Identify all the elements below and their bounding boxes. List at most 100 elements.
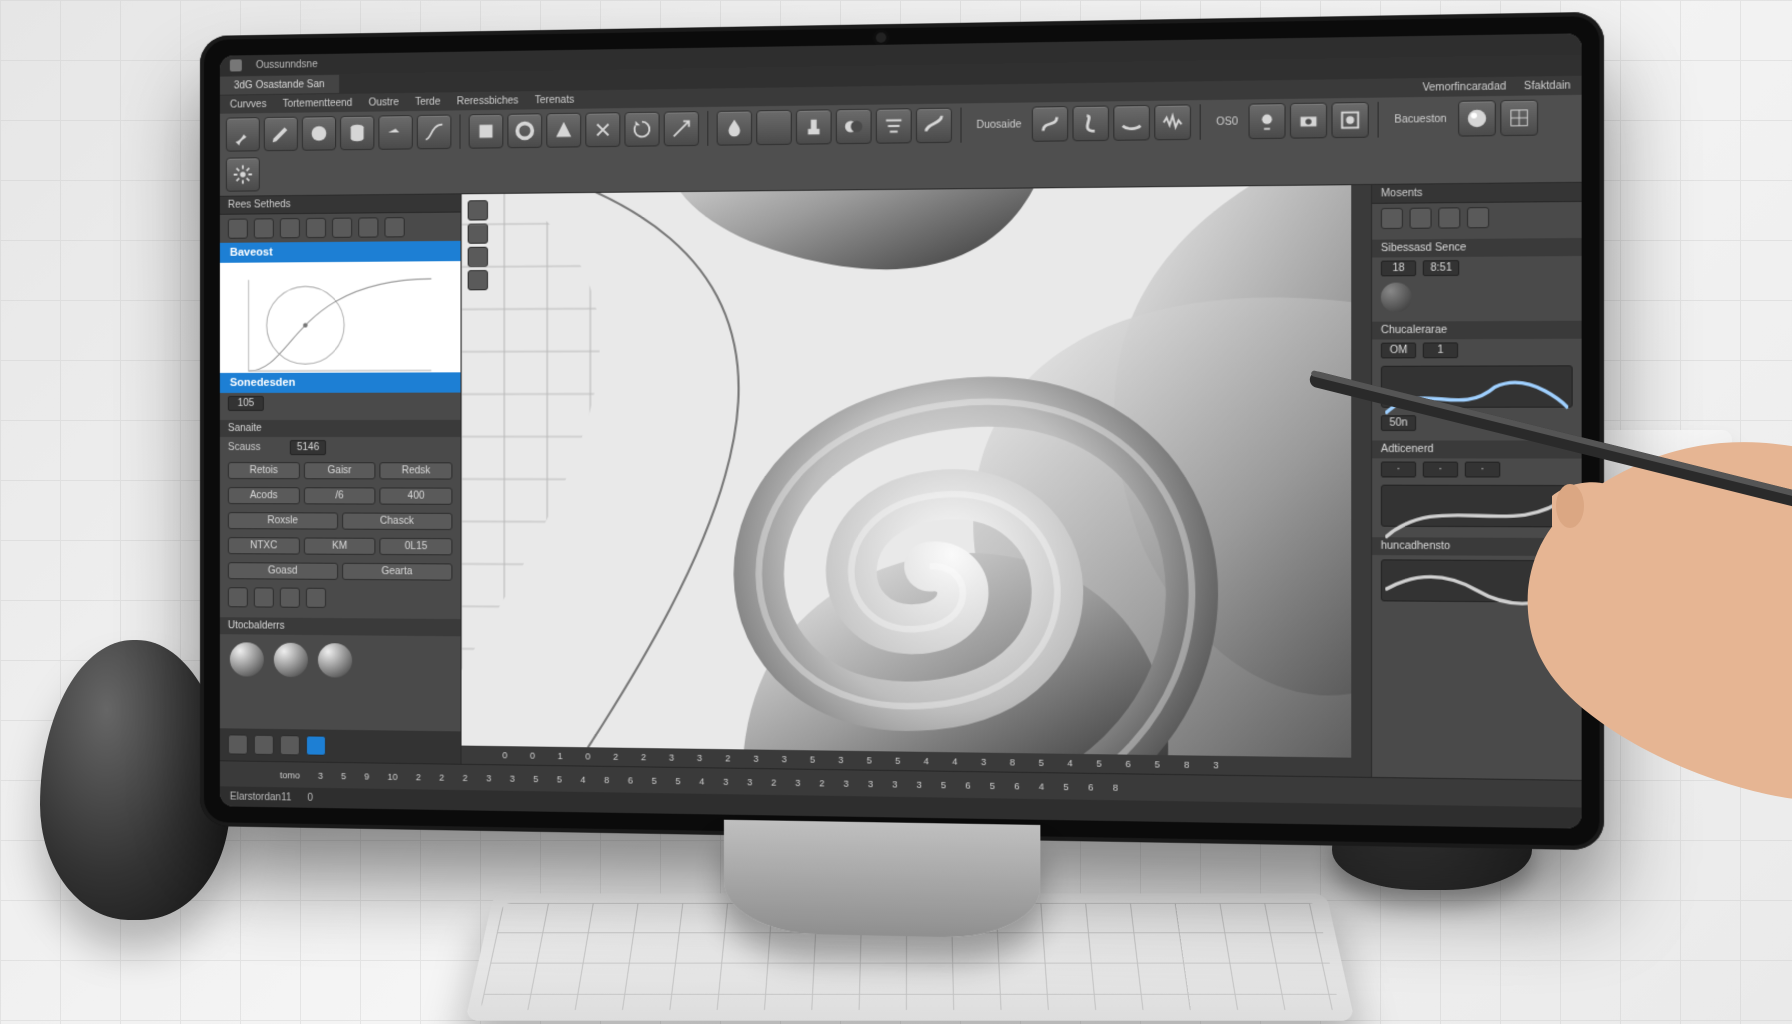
menu-item[interactable]: Terde (415, 96, 440, 107)
option-button[interactable]: /6 (304, 487, 376, 504)
tool-cone-icon[interactable] (546, 113, 581, 148)
tool-arrow-icon[interactable] (378, 115, 412, 150)
timeline-tick: 5 (990, 780, 995, 790)
menu-item[interactable]: Vemorfincaradad (1422, 81, 1506, 94)
option-button[interactable]: Retois (228, 462, 300, 479)
shape-icon[interactable] (228, 587, 248, 607)
option-button[interactable]: KM (304, 537, 376, 554)
option-button[interactable]: 400 (380, 487, 453, 504)
mini-icon[interactable] (1410, 208, 1432, 229)
tool-smooth-icon[interactable] (1114, 105, 1151, 141)
mini-graph[interactable] (1381, 559, 1573, 602)
mini-icon[interactable] (254, 218, 274, 238)
tool-uv-icon[interactable] (1500, 100, 1538, 136)
shape-icon[interactable] (254, 587, 274, 607)
tool-material-icon[interactable] (1458, 100, 1496, 136)
viewport[interactable]: 0 0 1 0 2 2 3 3 2 3 3 5 3 5 5 (462, 185, 1371, 777)
tool-bend-icon[interactable] (1032, 106, 1068, 142)
material-sphere-icon[interactable] (230, 642, 264, 676)
value-chip[interactable]: 8:51 (1423, 260, 1460, 276)
value-chip[interactable]: 18 (1381, 260, 1416, 276)
menu-item[interactable]: Sfaktdain (1524, 80, 1571, 92)
tool-curve-icon[interactable] (417, 115, 452, 150)
viewport-ruler-vertical[interactable] (1351, 185, 1371, 758)
tool-twist-icon[interactable] (1073, 106, 1110, 142)
option-button[interactable]: Redsk (380, 462, 453, 479)
shape-icon[interactable] (280, 588, 300, 608)
option-button[interactable]: Gaisr (304, 462, 376, 479)
ruler-tick: 0 (530, 751, 535, 761)
material-sphere-icon[interactable] (318, 643, 352, 678)
tab-document[interactable]: 3dG Osastande San (220, 75, 339, 95)
value-chip[interactable]: · (1465, 462, 1501, 478)
tool-sweep-icon[interactable] (916, 108, 952, 144)
section-header-curve[interactable]: Baveost (220, 241, 461, 263)
param-value[interactable]: 5146 (290, 440, 326, 455)
curve-preview[interactable] (220, 261, 461, 373)
footer-icon[interactable] (228, 734, 248, 754)
value-chip[interactable]: 1 (1423, 342, 1458, 358)
tool-extrude-icon[interactable] (796, 109, 832, 144)
tool-scale-icon[interactable] (664, 111, 699, 146)
shape-icon[interactable] (306, 588, 326, 608)
option-button[interactable]: 0L15 (380, 538, 453, 556)
mini-icon[interactable] (280, 218, 300, 238)
tool-cylinder-icon[interactable] (340, 116, 374, 151)
footer-icon-active[interactable] (306, 735, 326, 755)
mini-icon[interactable] (1438, 207, 1460, 228)
tool-drop-icon[interactable] (717, 110, 752, 145)
tool-shell-icon[interactable] (756, 110, 792, 145)
ribbon-group-label: Duosaide (970, 119, 1028, 131)
menu-item[interactable]: Tortementteend (283, 97, 353, 109)
material-sphere-icon[interactable] (274, 643, 308, 677)
tool-box-icon[interactable] (469, 114, 504, 149)
tool-camera-icon[interactable] (1290, 103, 1327, 139)
option-button[interactable]: Acods (228, 487, 300, 504)
mini-graph[interactable] (1381, 485, 1573, 528)
menu-item[interactable]: Terenats (535, 94, 574, 106)
mini-icon[interactable] (306, 218, 326, 238)
tool-sphere-icon[interactable] (302, 116, 336, 151)
tool-torus-icon[interactable] (507, 113, 542, 148)
option-button[interactable]: Chasck (342, 513, 453, 531)
viewport-render (462, 185, 1371, 777)
tool-noise-icon[interactable] (1155, 104, 1192, 140)
menu-item[interactable]: Reressbiches (457, 95, 519, 107)
mini-icon[interactable] (384, 217, 404, 237)
tool-render-icon[interactable] (1332, 102, 1369, 138)
left-footer-icons (220, 728, 461, 763)
timeline-tick: 3 (723, 776, 728, 786)
mini-icon[interactable] (332, 218, 352, 238)
mini-graph[interactable] (1381, 365, 1573, 408)
tool-light-icon[interactable] (1249, 103, 1286, 139)
value-chip[interactable]: OM (1381, 343, 1416, 359)
timeline-tick: 8 (1113, 782, 1118, 792)
timeline-tick: 9 (364, 771, 369, 781)
ruler-tick: 4 (952, 756, 957, 766)
mini-icon[interactable] (1381, 208, 1403, 229)
footer-icon[interactable] (280, 735, 300, 755)
footer-icon[interactable] (254, 735, 274, 755)
timeline-tick: 4 (1039, 781, 1044, 791)
option-button[interactable]: Roxsle (228, 512, 338, 529)
right-panel: Mosents Sibessasd Sence 18 8:51 Chucaler… (1371, 183, 1582, 780)
tool-loft-icon[interactable] (876, 108, 912, 143)
tool-cut-icon[interactable] (585, 112, 620, 147)
tool-boolean-icon[interactable] (836, 109, 872, 144)
value-chip[interactable]: · (1381, 461, 1416, 477)
option-button[interactable]: Gearta (342, 563, 453, 581)
tool-settings-icon[interactable] (226, 157, 260, 191)
mini-icon[interactable] (228, 219, 248, 239)
menu-item[interactable]: Curvves (230, 99, 267, 111)
mini-icon[interactable] (358, 217, 378, 237)
mini-icon[interactable] (1467, 207, 1489, 228)
tool-pen-icon[interactable] (264, 117, 298, 152)
option-button[interactable]: NTXC (228, 537, 300, 554)
dial-knob-icon[interactable] (1381, 283, 1412, 313)
menu-item[interactable]: Oustre (369, 97, 399, 109)
option-button[interactable]: Goasd (228, 562, 338, 580)
tool-brush-icon[interactable] (226, 117, 260, 152)
tool-rotate-icon[interactable] (624, 112, 659, 147)
value-chip[interactable]: · (1423, 462, 1458, 478)
timeline-tick: 4 (580, 774, 585, 784)
